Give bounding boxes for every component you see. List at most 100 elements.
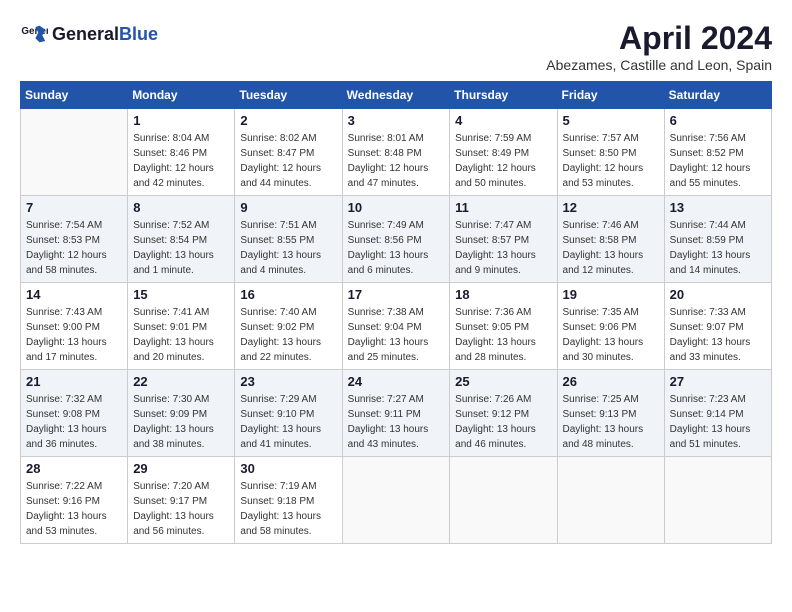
calendar-cell: 4Sunrise: 7:59 AMSunset: 8:49 PMDaylight… — [450, 109, 557, 196]
day-number: 5 — [563, 113, 659, 128]
week-row-5: 28 Sunrise: 7:22 AMSunset: 9:16 PMDayligh… — [21, 457, 772, 544]
day-number: 2 — [240, 113, 336, 128]
calendar-cell: 13 Sunrise: 7:44 AMSunset: 8:59 PMDayligh… — [664, 196, 771, 283]
day-number: 24 — [348, 374, 445, 389]
calendar-cell — [342, 457, 450, 544]
calendar-cell: 10Sunrise: 7:49 AMSunset: 8:56 PMDayligh… — [342, 196, 450, 283]
day-info: Sunrise: 7:38 AMSunset: 9:04 PMDaylight:… — [348, 305, 445, 365]
day-info: Sunrise: 7:19 AMSunset: 9:18 PMDaylight:… — [240, 479, 336, 539]
day-number: 30 — [240, 461, 336, 476]
day-number: 23 — [240, 374, 336, 389]
title-block: April 2024 Abezames, Castille and Leon, … — [546, 20, 772, 73]
calendar-cell: 20Sunrise: 7:33 AMSunset: 9:07 PMDayligh… — [664, 283, 771, 370]
day-number: 28 — [26, 461, 122, 476]
day-number: 29 — [133, 461, 229, 476]
day-number: 10 — [348, 200, 445, 215]
column-header-wednesday: Wednesday — [342, 82, 450, 109]
day-info: Sunrise: 7:59 AMSunset: 8:49 PMDaylight:… — [455, 131, 551, 191]
day-number: 19 — [563, 287, 659, 302]
calendar-cell: 16 Sunrise: 7:40 AMSunset: 9:02 PMDayligh… — [235, 283, 342, 370]
day-info: Sunrise: 7:20 AMSunset: 9:17 PMDaylight:… — [133, 479, 229, 539]
calendar-cell: 9Sunrise: 7:51 AMSunset: 8:55 PMDaylight… — [235, 196, 342, 283]
day-number: 22 — [133, 374, 229, 389]
calendar-cell: 18 Sunrise: 7:36 AMSunset: 9:05 PMDayligh… — [450, 283, 557, 370]
week-row-1: 1 Sunrise: 8:04 AMSunset: 8:46 PMDaylight… — [21, 109, 772, 196]
day-info: Sunrise: 7:22 AMSunset: 9:16 PMDaylight:… — [26, 479, 122, 539]
calendar-cell: 26 Sunrise: 7:25 AMSunset: 9:13 PMDayligh… — [557, 370, 664, 457]
logo-general: General — [52, 24, 119, 44]
calendar-cell: 6Sunrise: 7:56 AMSunset: 8:52 PMDaylight… — [664, 109, 771, 196]
day-number: 1 — [133, 113, 229, 128]
day-info: Sunrise: 8:04 AMSunset: 8:46 PMDaylight:… — [133, 131, 229, 191]
calendar-cell: 19 Sunrise: 7:35 AMSunset: 9:06 PMDayligh… — [557, 283, 664, 370]
day-number: 17 — [348, 287, 445, 302]
day-number: 9 — [240, 200, 336, 215]
day-number: 27 — [670, 374, 766, 389]
day-info: Sunrise: 7:57 AMSunset: 8:50 PMDaylight:… — [563, 131, 659, 191]
day-info: Sunrise: 7:36 AMSunset: 9:05 PMDaylight:… — [455, 305, 551, 365]
day-number: 26 — [563, 374, 659, 389]
column-header-friday: Friday — [557, 82, 664, 109]
calendar-cell: 17 Sunrise: 7:38 AMSunset: 9:04 PMDayligh… — [342, 283, 450, 370]
day-number: 18 — [455, 287, 551, 302]
calendar-cell: 8 Sunrise: 7:52 AMSunset: 8:54 PMDaylight… — [128, 196, 235, 283]
day-info: Sunrise: 7:33 AMSunset: 9:07 PMDaylight:… — [670, 305, 766, 365]
day-info: Sunrise: 7:25 AMSunset: 9:13 PMDaylight:… — [563, 392, 659, 452]
calendar-cell: 21 Sunrise: 7:32 AMSunset: 9:08 PMDayligh… — [21, 370, 128, 457]
day-info: Sunrise: 8:01 AMSunset: 8:48 PMDaylight:… — [348, 131, 445, 191]
day-info: Sunrise: 7:52 AMSunset: 8:54 PMDaylight:… — [133, 218, 229, 278]
day-info: Sunrise: 7:35 AMSunset: 9:06 PMDaylight:… — [563, 305, 659, 365]
day-info: Sunrise: 7:40 AMSunset: 9:02 PMDaylight:… — [240, 305, 336, 365]
day-number: 3 — [348, 113, 445, 128]
calendar-cell: 25 Sunrise: 7:26 AMSunset: 9:12 PMDayligh… — [450, 370, 557, 457]
calendar-cell — [664, 457, 771, 544]
calendar-cell: 29 Sunrise: 7:20 AMSunset: 9:17 PMDayligh… — [128, 457, 235, 544]
day-number: 16 — [240, 287, 336, 302]
day-info: Sunrise: 7:47 AMSunset: 8:57 PMDaylight:… — [455, 218, 551, 278]
day-number: 25 — [455, 374, 551, 389]
logo-blue: Blue — [119, 24, 158, 44]
calendar-cell: 30 Sunrise: 7:19 AMSunset: 9:18 PMDayligh… — [235, 457, 342, 544]
day-number: 15 — [133, 287, 229, 302]
day-info: Sunrise: 7:27 AMSunset: 9:11 PMDaylight:… — [348, 392, 445, 452]
day-info: Sunrise: 8:02 AMSunset: 8:47 PMDaylight:… — [240, 131, 336, 191]
column-header-tuesday: Tuesday — [235, 82, 342, 109]
calendar-cell: 3 Sunrise: 8:01 AMSunset: 8:48 PMDaylight… — [342, 109, 450, 196]
logo: General GeneralBlue — [20, 20, 158, 48]
calendar-cell: 7Sunrise: 7:54 AMSunset: 8:53 PMDaylight… — [21, 196, 128, 283]
day-info: Sunrise: 7:41 AMSunset: 9:01 PMDaylight:… — [133, 305, 229, 365]
day-number: 14 — [26, 287, 122, 302]
column-header-monday: Monday — [128, 82, 235, 109]
day-info: Sunrise: 7:26 AMSunset: 9:12 PMDaylight:… — [455, 392, 551, 452]
calendar-cell: 22 Sunrise: 7:30 AMSunset: 9:09 PMDayligh… — [128, 370, 235, 457]
day-info: Sunrise: 7:30 AMSunset: 9:09 PMDaylight:… — [133, 392, 229, 452]
calendar-cell: 28 Sunrise: 7:22 AMSunset: 9:16 PMDayligh… — [21, 457, 128, 544]
calendar-cell: 24 Sunrise: 7:27 AMSunset: 9:11 PMDayligh… — [342, 370, 450, 457]
day-number: 21 — [26, 374, 122, 389]
day-info: Sunrise: 7:44 AMSunset: 8:59 PMDaylight:… — [670, 218, 766, 278]
calendar-cell: 14Sunrise: 7:43 AMSunset: 9:00 PMDayligh… — [21, 283, 128, 370]
calendar-cell: 23 Sunrise: 7:29 AMSunset: 9:10 PMDayligh… — [235, 370, 342, 457]
column-header-sunday: Sunday — [21, 82, 128, 109]
calendar-cell: 1 Sunrise: 8:04 AMSunset: 8:46 PMDaylight… — [128, 109, 235, 196]
day-number: 13 — [670, 200, 766, 215]
day-info: Sunrise: 7:29 AMSunset: 9:10 PMDaylight:… — [240, 392, 336, 452]
day-info: Sunrise: 7:56 AMSunset: 8:52 PMDaylight:… — [670, 131, 766, 191]
column-header-thursday: Thursday — [450, 82, 557, 109]
calendar-table: SundayMondayTuesdayWednesdayThursdayFrid… — [20, 81, 772, 544]
calendar-cell: 5 Sunrise: 7:57 AMSunset: 8:50 PMDaylight… — [557, 109, 664, 196]
calendar-cell: 12Sunrise: 7:46 AMSunset: 8:58 PMDayligh… — [557, 196, 664, 283]
day-number: 12 — [563, 200, 659, 215]
month-title: April 2024 — [546, 20, 772, 57]
calendar-cell: 11 Sunrise: 7:47 AMSunset: 8:57 PMDayligh… — [450, 196, 557, 283]
week-row-3: 14Sunrise: 7:43 AMSunset: 9:00 PMDayligh… — [21, 283, 772, 370]
week-row-4: 21 Sunrise: 7:32 AMSunset: 9:08 PMDayligh… — [21, 370, 772, 457]
header-row: SundayMondayTuesdayWednesdayThursdayFrid… — [21, 82, 772, 109]
calendar-cell: 15 Sunrise: 7:41 AMSunset: 9:01 PMDayligh… — [128, 283, 235, 370]
day-number: 11 — [455, 200, 551, 215]
day-number: 8 — [133, 200, 229, 215]
day-info: Sunrise: 7:32 AMSunset: 9:08 PMDaylight:… — [26, 392, 122, 452]
logo-text: GeneralBlue — [52, 24, 158, 45]
column-header-saturday: Saturday — [664, 82, 771, 109]
calendar-cell — [557, 457, 664, 544]
